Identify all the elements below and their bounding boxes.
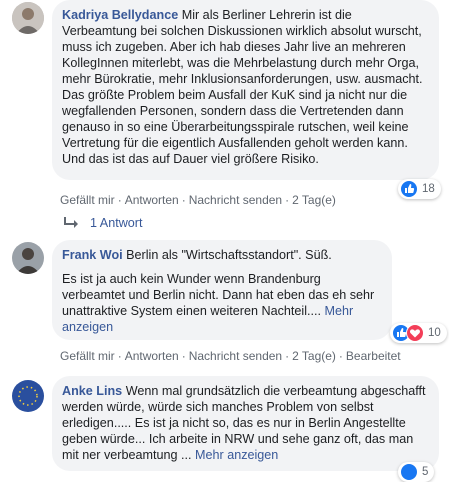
- edited-label: Bearbeitet: [345, 349, 401, 363]
- reaction-summary[interactable]: 10: [390, 323, 447, 343]
- reply-link[interactable]: Antworten: [125, 193, 179, 207]
- separator: ·: [285, 349, 290, 363]
- reaction-summary[interactable]: 5: [398, 462, 435, 482]
- comment-actions: Gefällt mir · Antworten · Nachricht senden · 2…: [60, 193, 336, 207]
- timestamp[interactable]: 2 Tag(e): [292, 349, 336, 363]
- comment-text: Mir als Berliner Lehrerin ist die Verbea…: [62, 8, 423, 166]
- comment-bubble: Kadriya Bellydance Mir als Berliner Lehr…: [52, 0, 439, 180]
- timestamp[interactable]: 2 Tag(e): [292, 193, 336, 207]
- replies-count[interactable]: 1 Antwort: [90, 216, 143, 230]
- separator: ·: [181, 193, 186, 207]
- comment-actions: Gefällt mir · Antworten · Nachricht senden · 2…: [60, 349, 401, 363]
- like-link[interactable]: Gefällt mir: [60, 193, 115, 207]
- send-message-link[interactable]: Nachricht senden: [189, 193, 282, 207]
- reply-arrow-icon: [64, 217, 78, 229]
- separator: ·: [181, 349, 186, 363]
- send-message-link[interactable]: Nachricht senden: [189, 349, 282, 363]
- separator: ·: [338, 349, 343, 363]
- comment-bubble: Anke Lins Wenn mal grundsätzlich die ver…: [52, 376, 439, 471]
- comment-author[interactable]: Anke Lins: [62, 384, 122, 398]
- show-more-link[interactable]: Mehr anzeigen: [195, 448, 278, 462]
- reaction-count: 18: [422, 183, 435, 195]
- avatar[interactable]: [12, 2, 44, 34]
- view-replies-link[interactable]: 1 Antwort: [64, 216, 143, 230]
- reply-link[interactable]: Antworten: [125, 349, 179, 363]
- comment-text: Berlin als "Wirtschaftsstandort". Süß.: [126, 248, 332, 262]
- thumbs-up-icon: [400, 463, 418, 481]
- thumbs-up-icon: [400, 180, 418, 198]
- heart-icon: [406, 324, 424, 342]
- separator: ·: [117, 349, 122, 363]
- avatar[interactable]: [12, 242, 44, 274]
- separator: ·: [117, 193, 122, 207]
- reaction-summary[interactable]: 18: [398, 179, 441, 199]
- comment-author[interactable]: Kadriya Bellydance: [62, 8, 178, 22]
- avatar[interactable]: [12, 380, 44, 412]
- like-link[interactable]: Gefällt mir: [60, 349, 115, 363]
- reaction-count: 10: [428, 327, 441, 339]
- comment-author[interactable]: Frank Woi: [62, 248, 123, 262]
- comment-bubble: Frank Woi Berlin als "Wirtschaftsstandor…: [52, 240, 392, 340]
- separator: ·: [285, 193, 290, 207]
- reaction-count: 5: [422, 466, 429, 478]
